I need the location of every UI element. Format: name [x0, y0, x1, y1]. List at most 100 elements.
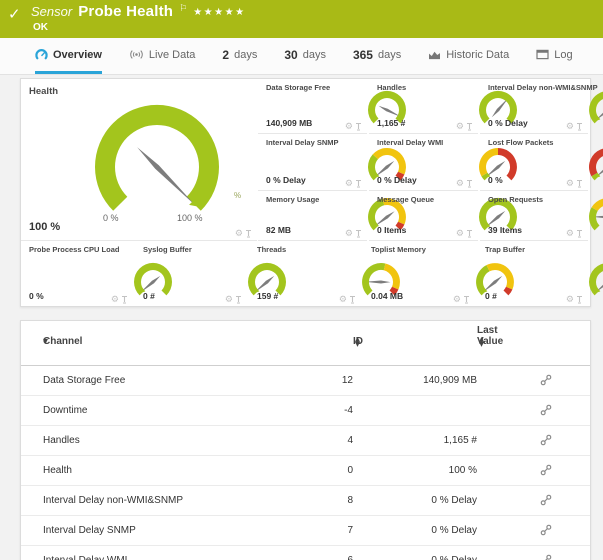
gauge-cell-probe-process-cpu-load[interactable]: Probe Process CPU Load0 %⚙: [21, 241, 133, 306]
tab-number: 2: [222, 48, 229, 62]
gear-icon[interactable]: ⚙: [225, 295, 233, 304]
pin-icon[interactable]: [355, 229, 362, 238]
gauge-value: 0 % Delay: [377, 175, 417, 185]
gear-icon[interactable]: ⚙: [566, 229, 574, 238]
channel-settings-icon[interactable]: [540, 554, 552, 560]
gear-icon[interactable]: ⚙: [566, 295, 574, 304]
gear-icon[interactable]: ⚙: [339, 295, 347, 304]
channel-id: 7: [347, 516, 353, 545]
gauge-value: 1,165 #: [377, 118, 405, 128]
gear-icon[interactable]: ⚙: [453, 295, 461, 304]
gauge-cell-message-queue[interactable]: Message Queue0 Items⚙: [369, 191, 478, 241]
pin-icon[interactable]: [576, 295, 583, 304]
gauge-value: 0 % Delay: [266, 175, 306, 185]
pin-icon[interactable]: [466, 122, 473, 131]
gauge-title: Handles: [377, 83, 406, 92]
pin-icon[interactable]: [349, 295, 356, 304]
channel-name-link[interactable]: Interval Delay WMI: [43, 546, 127, 560]
tab-live-data[interactable]: Live Data: [129, 38, 195, 74]
pin-icon[interactable]: [576, 229, 583, 238]
table-row-interval-delay-wmi: Interval Delay WMI60 % Delay: [21, 546, 590, 560]
gear-icon[interactable]: ⚙: [345, 179, 353, 188]
gauge-cell-open-requests[interactable]: Open Requests39 Items⚙: [480, 191, 588, 241]
gauge-title: Toplist Memory: [371, 245, 426, 254]
pin-icon[interactable]: [466, 179, 473, 188]
gauge-cell-health[interactable]: Health0 %100 %%100 %⚙: [21, 79, 257, 241]
sensor-title-block: Sensor Probe Health ⚐ ★★★★★ OK: [31, 3, 246, 33]
channel-name-link[interactable]: Interval Delay non-WMI&SNMP: [43, 486, 183, 515]
gear-icon[interactable]: ⚙: [566, 122, 574, 131]
channel-name-link[interactable]: Downtime: [43, 396, 87, 425]
channel-name-link[interactable]: Interval Delay SNMP: [43, 516, 136, 545]
gauge-title: Syslog Buffer: [143, 245, 192, 254]
sensor-header: ✓ Sensor Probe Health ⚐ ★★★★★ OK: [0, 0, 603, 38]
gauge-cell-threads[interactable]: Threads159 #⚙: [249, 241, 361, 306]
gauge-title: Lost Flow Packets: [488, 138, 553, 147]
priority-stars[interactable]: ★★★★★: [193, 7, 245, 18]
gear-icon[interactable]: ⚙: [456, 179, 464, 188]
channel-settings-icon[interactable]: [540, 434, 552, 446]
channel-settings-icon[interactable]: [540, 404, 552, 416]
channel-id: -4: [344, 396, 353, 425]
gear-icon[interactable]: ⚙: [235, 229, 243, 238]
channel-settings-icon[interactable]: [540, 374, 552, 386]
tab-number: 30: [284, 48, 297, 62]
gauge-title: Probe Process CPU Load: [29, 245, 119, 254]
gear-icon[interactable]: ⚙: [566, 179, 574, 188]
channel-id: 12: [342, 366, 353, 395]
gauge-cell-handles[interactable]: Handles 1,165 # ⚙: [369, 79, 478, 134]
channel-name-link[interactable]: Health: [43, 456, 72, 485]
table-row-interval-delay-non-wmi-snmp: Interval Delay non-WMI&SNMP80 % Delay: [21, 486, 590, 516]
gear-icon[interactable]: ⚙: [456, 122, 464, 131]
pin-icon[interactable]: [245, 229, 252, 238]
channel-settings-icon[interactable]: [540, 494, 552, 506]
tab-365-days[interactable]: 365days: [353, 38, 401, 74]
gauge-cell-data-storage-free[interactable]: Data Storage Free140,909 MB⚙: [258, 79, 367, 134]
gauge-cell-memory-usage[interactable]: Memory Usage82 MB⚙: [258, 191, 367, 241]
gauge-dial: [582, 260, 603, 302]
tab-30-days[interactable]: 30days: [284, 38, 326, 74]
table-row-health: Health0100 %: [21, 456, 590, 486]
sort-desc-icon: ▾: [43, 336, 48, 347]
pin-icon[interactable]: [355, 179, 362, 188]
channel-settings-icon[interactable]: [540, 524, 552, 536]
gauge-cell-syslog-buffer[interactable]: Syslog Buffer0 #⚙: [135, 241, 247, 306]
channel-settings-icon[interactable]: [540, 464, 552, 476]
gauge-icon: [35, 48, 48, 61]
gauge-cell-interval-delay-snmp[interactable]: Interval Delay SNMP 0 % Delay ⚙: [258, 134, 367, 191]
tab-historic-data[interactable]: Historic Data: [428, 38, 509, 74]
gauge-title: Memory Usage: [266, 195, 319, 204]
sort-both-icon: ▴▾: [355, 337, 360, 347]
pin-icon[interactable]: [463, 295, 470, 304]
gear-icon[interactable]: ⚙: [345, 229, 353, 238]
gauge-cell-interval-delay-wmi[interactable]: Interval Delay WMI0 % Delay⚙: [369, 134, 478, 191]
gauge-title: Interval Delay SNMP: [266, 138, 339, 147]
gear-icon[interactable]: ⚙: [345, 122, 353, 131]
pin-icon[interactable]: [466, 229, 473, 238]
gauge-cell-trap-buffer[interactable]: Trap Buffer0 #⚙: [477, 241, 588, 306]
gauge-cell-lost-flow-packets[interactable]: Lost Flow Packets0 %⚙: [480, 134, 588, 191]
pin-icon[interactable]: [121, 295, 128, 304]
gear-icon[interactable]: ⚙: [456, 229, 464, 238]
gauge-dial: [582, 88, 603, 130]
channels-table-panel: Channel ▾ ID ▴▾ Last Value ▴▾ Data Stora…: [20, 320, 591, 560]
sensor-title: Probe Health: [78, 3, 173, 20]
pin-icon[interactable]: [576, 122, 583, 131]
tab-log[interactable]: Log: [536, 38, 572, 74]
gear-icon[interactable]: ⚙: [111, 295, 119, 304]
pin-icon[interactable]: [576, 179, 583, 188]
gauge-cell-interval-delay-non-wmi-snmp[interactable]: Interval Delay non-WMI&SNMP0 % Delay⚙: [480, 79, 588, 134]
tab-2-days[interactable]: 2days: [222, 38, 257, 74]
tab-overview[interactable]: Overview: [35, 38, 102, 74]
pin-icon[interactable]: [355, 122, 362, 131]
table-row-handles: Handles41,165 #: [21, 426, 590, 456]
channel-name-link[interactable]: Handles: [43, 426, 80, 455]
gauge-cell-toplist-memory[interactable]: Toplist Memory0.04 MB⚙: [363, 241, 475, 306]
tab-label: days: [378, 49, 401, 61]
channel-name-link[interactable]: Data Storage Free: [43, 366, 125, 395]
pin-icon[interactable]: [235, 295, 242, 304]
log-icon: [536, 49, 549, 60]
gauge-title: Health: [29, 86, 58, 97]
flag-icon[interactable]: ⚐: [179, 3, 187, 14]
channel-id: 4: [347, 426, 353, 455]
